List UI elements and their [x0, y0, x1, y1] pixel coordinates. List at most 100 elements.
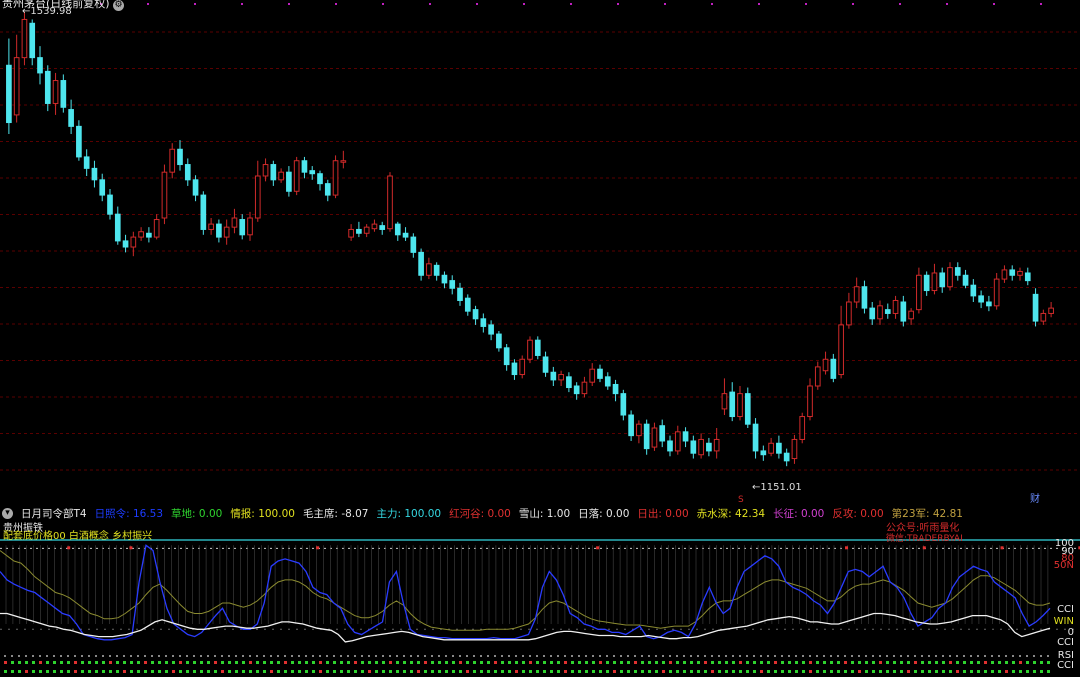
signal-dot	[18, 661, 21, 664]
signal-dot	[396, 661, 399, 664]
signal-dot	[613, 670, 616, 673]
candle-body	[52, 80, 59, 104]
top-dot	[382, 3, 384, 5]
candlestick-chart[interactable]	[0, 0, 1080, 677]
signal-dot	[935, 670, 938, 673]
signal-dot	[46, 670, 49, 673]
signal-dot	[305, 655, 307, 657]
signal-dot	[690, 670, 693, 673]
price-high-label: ←1539.98	[22, 6, 72, 17]
candle-body	[566, 376, 572, 389]
candle-body	[923, 274, 930, 292]
signal-dot	[270, 670, 273, 673]
signal-dot	[641, 655, 643, 657]
candle-body	[846, 301, 852, 326]
signal-dot	[550, 670, 553, 673]
signal-dot	[410, 655, 412, 657]
candle-body	[433, 264, 440, 276]
signal-dot	[466, 661, 469, 664]
signal-dot	[480, 670, 483, 673]
signal-dot	[732, 670, 735, 673]
signal-dot	[550, 661, 553, 664]
signal-dot	[1033, 670, 1036, 673]
candle-body	[472, 309, 479, 320]
signal-dot	[165, 655, 167, 657]
signal-dot	[382, 661, 385, 664]
signal-dot	[67, 670, 70, 673]
signal-dot	[760, 670, 763, 673]
watermark-2: 微信:TRADERBYAI	[886, 534, 963, 544]
signal-dot	[830, 661, 833, 664]
signal-dot	[606, 661, 609, 664]
signal-dot	[865, 661, 868, 664]
signal-dot	[137, 670, 140, 673]
signal-dot	[179, 655, 181, 657]
signal-dot	[11, 670, 14, 673]
signal-dot	[158, 661, 161, 664]
signal-dot	[767, 661, 770, 664]
signal-dot	[1047, 670, 1050, 673]
signal-dot	[39, 655, 41, 657]
candle-body	[223, 226, 230, 238]
signal-dot	[739, 661, 742, 664]
candle-body	[278, 171, 284, 181]
signal-dot	[634, 655, 636, 657]
signal-dot	[501, 661, 504, 664]
signal-dot	[438, 655, 440, 657]
signal-dot	[606, 670, 609, 673]
signal-dot	[151, 670, 154, 673]
signal-dot	[760, 661, 763, 664]
candle-body	[954, 267, 961, 276]
candle-body	[721, 393, 728, 410]
candle-body	[931, 272, 938, 292]
signal-dot	[480, 655, 482, 657]
signal-dot	[802, 661, 805, 664]
signal-dot	[907, 661, 910, 664]
signal-dot	[823, 655, 825, 657]
signal-dot	[529, 655, 531, 657]
signal-dot	[18, 655, 20, 657]
signal-red	[845, 546, 848, 550]
signal-dot	[970, 655, 972, 657]
indicator-name[interactable]: 日月司令部T4	[21, 506, 87, 521]
signal-dot	[914, 661, 917, 664]
signal-dot	[242, 670, 245, 673]
candle-body	[488, 324, 494, 335]
signal-dot	[333, 661, 336, 664]
signal-dot	[508, 670, 511, 673]
price-grid	[0, 3, 1080, 471]
signal-dot	[424, 661, 427, 664]
signal-dot	[529, 670, 532, 673]
candle-body	[356, 228, 362, 234]
signal-dot	[431, 670, 434, 673]
settings-icon[interactable]: ▾	[2, 507, 13, 519]
signal-dot	[4, 661, 7, 664]
signal-dot	[725, 655, 727, 657]
indicator-lines	[0, 544, 1080, 643]
signal-dot	[977, 670, 980, 673]
signal-dot	[795, 670, 798, 673]
signal-dot	[389, 670, 392, 673]
indicator-field: 情报: 100.00	[230, 507, 295, 520]
candle-body	[426, 263, 432, 276]
signal-dot	[207, 655, 209, 657]
signal-dot	[1012, 661, 1015, 664]
signal-dot	[1026, 661, 1029, 664]
indicator-field: 日落: 0.00	[578, 507, 630, 520]
signal-dot	[165, 661, 168, 664]
candle-body	[744, 393, 751, 425]
signal-dot	[522, 670, 525, 673]
candle-body	[184, 164, 191, 181]
signal-dot	[837, 670, 840, 673]
signal-dot	[431, 661, 434, 664]
signal-dot	[522, 655, 524, 657]
signal-dot	[445, 655, 447, 657]
signal-dot	[592, 670, 595, 673]
signal-dot	[158, 655, 160, 657]
candle-body	[519, 358, 526, 376]
signal-dot	[536, 655, 538, 657]
signal-dot	[886, 670, 889, 673]
signal-dot	[690, 661, 693, 664]
gear-icon[interactable]: ⚙	[113, 0, 125, 11]
signal-dot	[214, 661, 217, 664]
